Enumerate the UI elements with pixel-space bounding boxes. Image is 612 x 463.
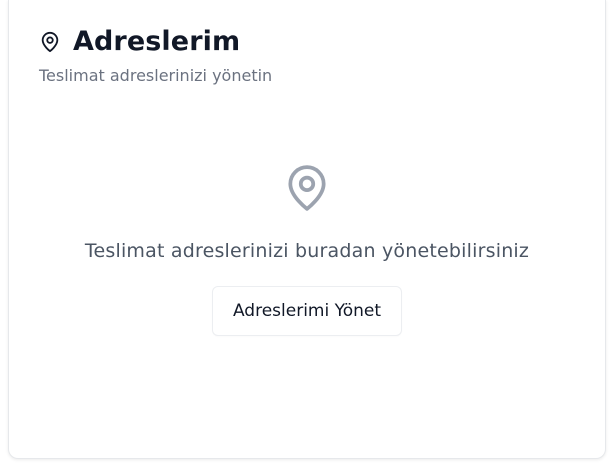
card-header: Adreslerim Teslimat adreslerinizi yöneti… (39, 24, 272, 86)
empty-state: Teslimat adreslerinizi buradan yönetebil… (9, 158, 605, 336)
manage-addresses-button[interactable]: Adreslerimi Yönet (211, 286, 403, 336)
title-row: Adreslerim (39, 24, 272, 60)
map-pin-icon (282, 158, 332, 218)
page-title: Adreslerim (73, 26, 241, 57)
addresses-card: Adreslerim Teslimat adreslerinizi yöneti… (8, 0, 606, 459)
empty-state-message: Teslimat adreslerinizi buradan yönetebil… (84, 240, 530, 262)
map-pin-icon (39, 29, 61, 55)
page-subtitle: Teslimat adreslerinizi yönetin (39, 66, 273, 85)
